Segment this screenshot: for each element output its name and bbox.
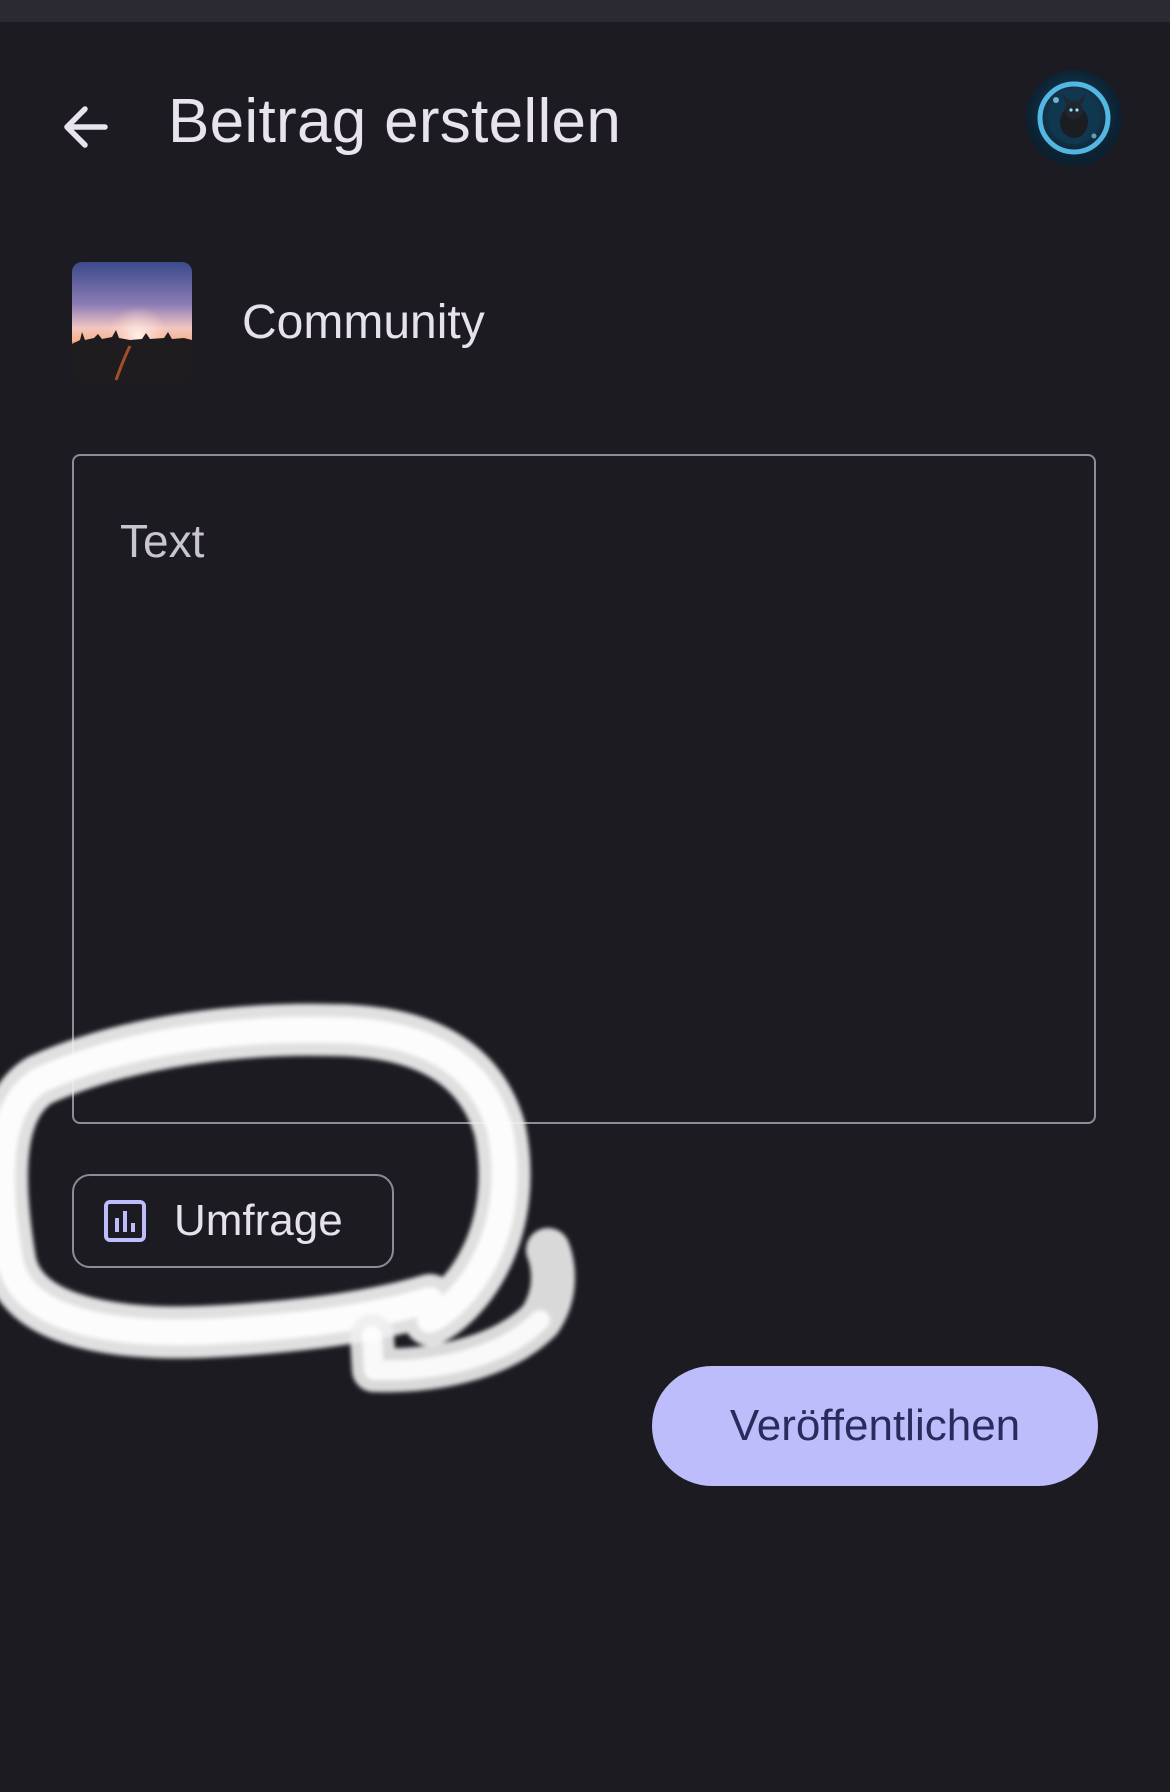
poll-label: Umfrage [174, 1196, 343, 1245]
community-selector[interactable]: Community [72, 262, 485, 382]
back-button[interactable] [46, 88, 124, 166]
poll-chart-icon [102, 1198, 148, 1244]
community-thumbnail [72, 262, 192, 382]
user-avatar[interactable] [1026, 70, 1122, 166]
poll-button[interactable]: Umfrage [72, 1174, 394, 1268]
page-title: Beitrag erstellen [168, 87, 622, 156]
status-bar-strip [0, 0, 1170, 22]
arrow-left-icon [64, 106, 108, 148]
create-post-screen: Beitrag erstellen Community Text Umfrage… [0, 0, 1170, 1792]
post-text-input[interactable] [72, 454, 1096, 1124]
community-name: Community [242, 295, 485, 349]
publish-button[interactable]: Veröffentlichen [652, 1366, 1098, 1486]
avatar-image [1037, 81, 1111, 155]
app-bar: Beitrag erstellen [0, 22, 1170, 212]
